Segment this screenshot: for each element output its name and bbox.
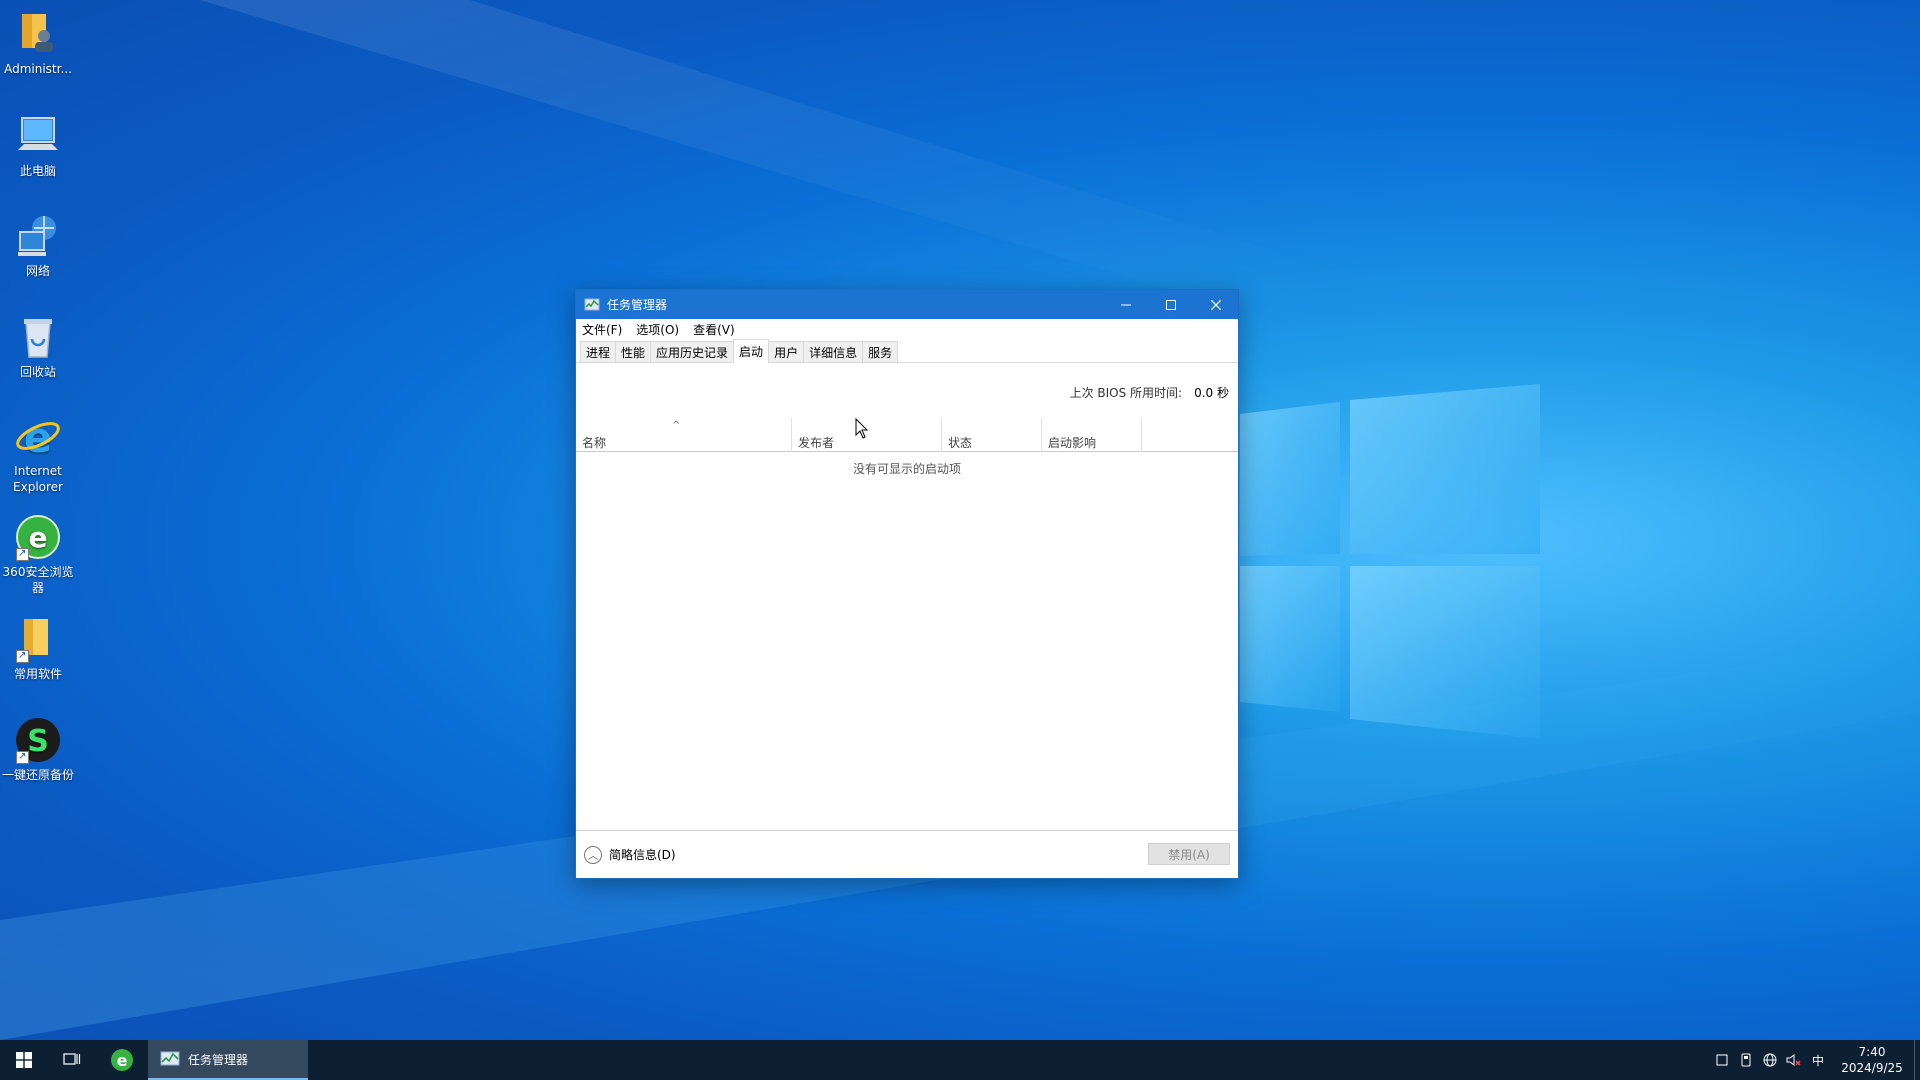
globe-network-icon — [1763, 1053, 1777, 1067]
tab-users[interactable]: 用户 — [768, 341, 805, 362]
input-method-indicator[interactable]: 中 — [1806, 1052, 1830, 1069]
minimize-icon — [1120, 304, 1131, 305]
taskbar-360-browser[interactable]: e — [96, 1040, 148, 1080]
tray-notification-icon[interactable] — [1710, 1054, 1734, 1066]
disable-button[interactable]: 禁用(A) — [1148, 843, 1230, 865]
shortcut-arrow-icon — [16, 648, 29, 664]
windows-start-icon — [16, 1052, 32, 1068]
desktop-icon-label: Internet Explorer — [13, 464, 63, 494]
column-header-label: 名称 — [582, 436, 607, 450]
start-button[interactable] — [0, 1040, 48, 1080]
taskbar-app-label: 任务管理器 — [188, 1052, 249, 1067]
desktop-icon-label: 此电脑 — [19, 164, 56, 178]
tray-usb-icon[interactable] — [1734, 1053, 1758, 1067]
usb-device-icon — [1741, 1053, 1751, 1067]
shortcut-arrow-icon — [16, 749, 29, 765]
tray-network-icon[interactable] — [1758, 1053, 1782, 1067]
window-titlebar[interactable]: 任务管理器 — [576, 290, 1238, 319]
desktop-icon-network[interactable]: 网络 — [0, 212, 76, 279]
task-manager-window: 任务管理器 文件(F) 选项(O) 查看(V) 进程 性能 应用历史记录 启动 … — [575, 289, 1239, 879]
minimize-button[interactable] — [1103, 290, 1148, 319]
computer-icon — [14, 112, 62, 160]
desktop-icon-label: 360安全浏览器 — [2, 565, 74, 595]
column-header-label: 启动影响 — [1048, 436, 1097, 450]
volume-muted-icon — [1786, 1054, 1801, 1066]
tab-services[interactable]: 服务 — [862, 341, 899, 362]
empty-list-message: 没有可显示的启动项 — [852, 462, 961, 476]
clock-date: 2024/9/25 — [1841, 1061, 1903, 1075]
task-manager-icon — [160, 1051, 180, 1066]
column-header-label: 发布者 — [798, 436, 835, 450]
bios-time-value: 0.0 秒 — [1194, 386, 1229, 400]
clock-time: 7:40 — [1858, 1045, 1886, 1059]
recycle-bin-icon — [14, 313, 62, 361]
window-title: 任务管理器 — [607, 298, 668, 312]
maximize-button[interactable] — [1148, 290, 1193, 319]
window-footer: ︿ 简略信息(D) 禁用(A) — [576, 830, 1238, 878]
column-header-startup-impact[interactable]: 启动影响 — [1042, 418, 1142, 452]
360-browser-icon: e — [14, 513, 62, 562]
fewer-details-toggle[interactable]: ︿ 简略信息(D) — [584, 845, 676, 864]
menu-options[interactable]: 选项(O) — [636, 321, 679, 338]
menu-file[interactable]: 文件(F) — [582, 321, 622, 338]
taskbar-task-manager[interactable]: 任务管理器 — [148, 1040, 308, 1080]
column-header-name[interactable]: ^ 名称 — [576, 418, 792, 452]
desktop-icon-administrator[interactable]: Administr... — [0, 10, 76, 77]
sort-ascending-icon: ^ — [672, 420, 681, 431]
internet-explorer-icon: e — [14, 412, 62, 462]
user-folder-icon — [14, 10, 62, 58]
system-tray: 中 7:40 2024/9/25 — [1710, 1040, 1920, 1080]
tab-app-history[interactable]: 应用历史记录 — [650, 341, 735, 362]
svg-text:e: e — [24, 413, 53, 460]
taskbar: e 任务管理器 中 7:40 2024/9/25 — [0, 1040, 1920, 1080]
tab-details[interactable]: 详细信息 — [803, 341, 864, 362]
column-header-row: ^ 名称 发布者 状态 启动影响 — [576, 418, 1238, 452]
desktop-icon-internet-explorer[interactable]: e Internet Explorer — [0, 412, 76, 495]
desktop-icon-label: 常用软件 — [13, 667, 62, 681]
svg-text:S: S — [27, 724, 49, 759]
close-button[interactable] — [1193, 290, 1238, 319]
chevron-up-circle-icon: ︿ — [584, 845, 602, 864]
taskbar-clock[interactable]: 7:40 2024/9/25 — [1830, 1044, 1914, 1076]
network-icon — [14, 212, 62, 260]
column-header-label: 状态 — [948, 436, 973, 450]
desktop-icon-label: 网络 — [25, 264, 50, 278]
tab-strip: 进程 性能 应用历史记录 启动 用户 详细信息 服务 — [576, 339, 1238, 363]
task-view-button[interactable] — [48, 1040, 96, 1080]
tray-volume-icon[interactable] — [1782, 1053, 1806, 1067]
bios-time: 上次 BIOS 所用时间: 0.0 秒 — [1070, 384, 1229, 401]
bios-time-label: 上次 BIOS 所用时间: — [1069, 386, 1183, 400]
task-view-icon — [63, 1053, 81, 1065]
shortcut-arrow-icon — [16, 546, 29, 562]
restore-backup-icon: S — [14, 716, 62, 765]
task-manager-icon — [584, 298, 600, 310]
svg-text:e: e — [29, 521, 48, 554]
desktop-icon-common-software[interactable]: 常用软件 — [0, 615, 76, 682]
360-browser-icon: e — [111, 1049, 133, 1071]
close-icon — [1210, 299, 1221, 310]
desktop-icon-360-browser[interactable]: e 360安全浏览器 — [0, 513, 76, 596]
windows-logo-wallpaper — [1240, 384, 1540, 739]
desktop-icon-this-pc[interactable]: 此电脑 — [0, 112, 76, 179]
svg-text:e: e — [117, 1051, 128, 1070]
maximize-icon — [1165, 299, 1176, 310]
desktop-icon-label: 一键还原备份 — [1, 768, 74, 782]
desktop-icon-label: 回收站 — [19, 365, 56, 379]
column-header-status[interactable]: 状态 — [942, 418, 1042, 452]
menu-bar: 文件(F) 选项(O) 查看(V) — [576, 319, 1238, 339]
desktop-icon-label: Administr... — [4, 62, 72, 76]
fewer-details-label: 简略信息(D) — [609, 848, 676, 862]
action-center-icon — [1716, 1054, 1728, 1066]
tab-processes[interactable]: 进程 — [580, 341, 617, 362]
tab-startup[interactable]: 启动 — [733, 339, 770, 363]
folder-icon — [14, 615, 62, 664]
desktop-icon-one-key-restore[interactable]: S 一键还原备份 — [0, 716, 76, 783]
show-desktop-button[interactable] — [1914, 1040, 1920, 1080]
mouse-cursor-icon — [855, 418, 869, 439]
desktop-icon-recycle-bin[interactable]: 回收站 — [0, 313, 76, 380]
tab-performance[interactable]: 性能 — [615, 341, 652, 362]
menu-view[interactable]: 查看(V) — [693, 321, 735, 338]
